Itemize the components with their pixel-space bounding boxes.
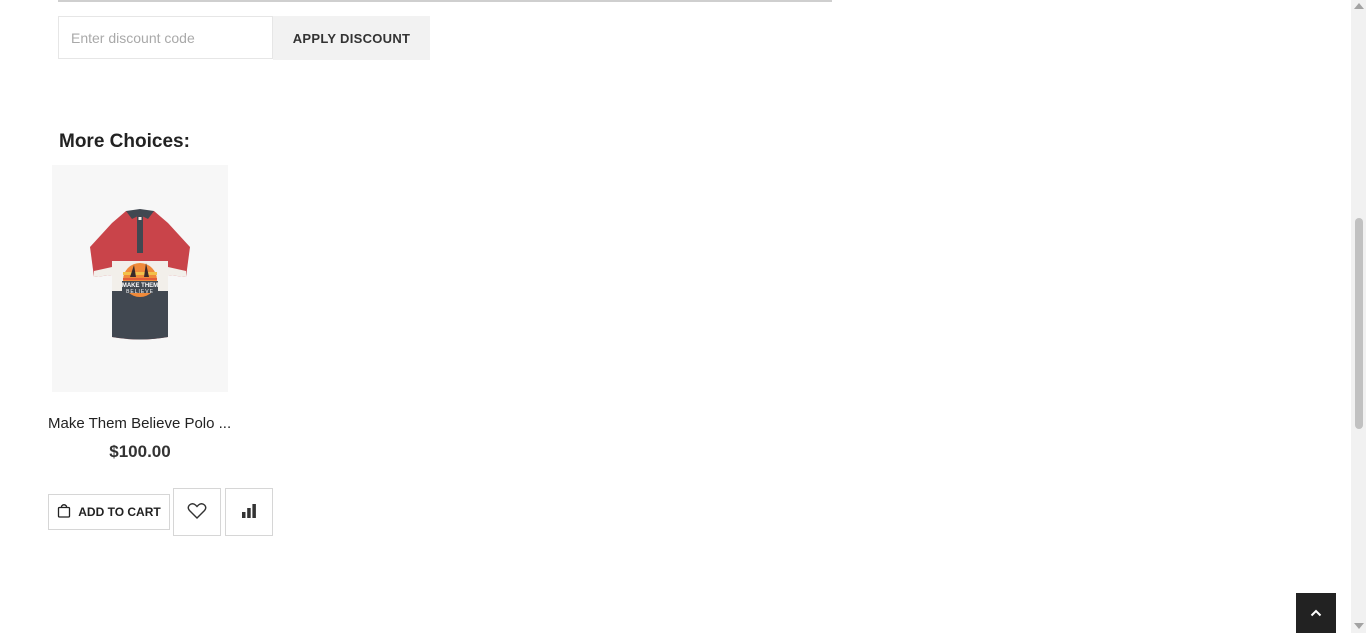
- add-to-cart-button[interactable]: ADD TO CART: [48, 494, 170, 530]
- more-choices-heading: More Choices:: [59, 131, 190, 152]
- chevron-up-icon: [1310, 604, 1322, 622]
- heart-icon: [187, 502, 207, 523]
- scroll-up-arrow[interactable]: [1354, 3, 1364, 9]
- product-image[interactable]: MAKE THEM BELIEVE: [52, 165, 228, 392]
- product-price: $100.00: [109, 442, 171, 461]
- add-to-compare-button[interactable]: [225, 488, 273, 536]
- svg-text:BELIEVE: BELIEVE: [126, 289, 154, 295]
- discount-code-input[interactable]: [58, 16, 273, 59]
- scrollbar-thumb[interactable]: [1355, 218, 1363, 429]
- back-to-top-button[interactable]: [1296, 593, 1336, 633]
- product-name-link[interactable]: Make Them Believe Polo ...: [48, 415, 232, 432]
- vertical-scrollbar[interactable]: [1351, 0, 1366, 633]
- page: APPLY DISCOUNT More Choices:: [0, 0, 1366, 633]
- scroll-down-arrow[interactable]: [1354, 623, 1364, 629]
- polo-shirt-image: MAKE THEM BELIEVE: [90, 209, 190, 340]
- add-to-cart-label: ADD TO CART: [78, 505, 161, 519]
- add-to-wishlist-button[interactable]: [173, 488, 221, 536]
- apply-discount-button[interactable]: APPLY DISCOUNT: [273, 16, 430, 60]
- shopping-bag-icon: [57, 503, 71, 521]
- product-card: MAKE THEM BELIEVE Make Them Believe Polo…: [48, 165, 274, 537]
- bar-chart-icon: [241, 503, 257, 522]
- divider: [58, 0, 832, 2]
